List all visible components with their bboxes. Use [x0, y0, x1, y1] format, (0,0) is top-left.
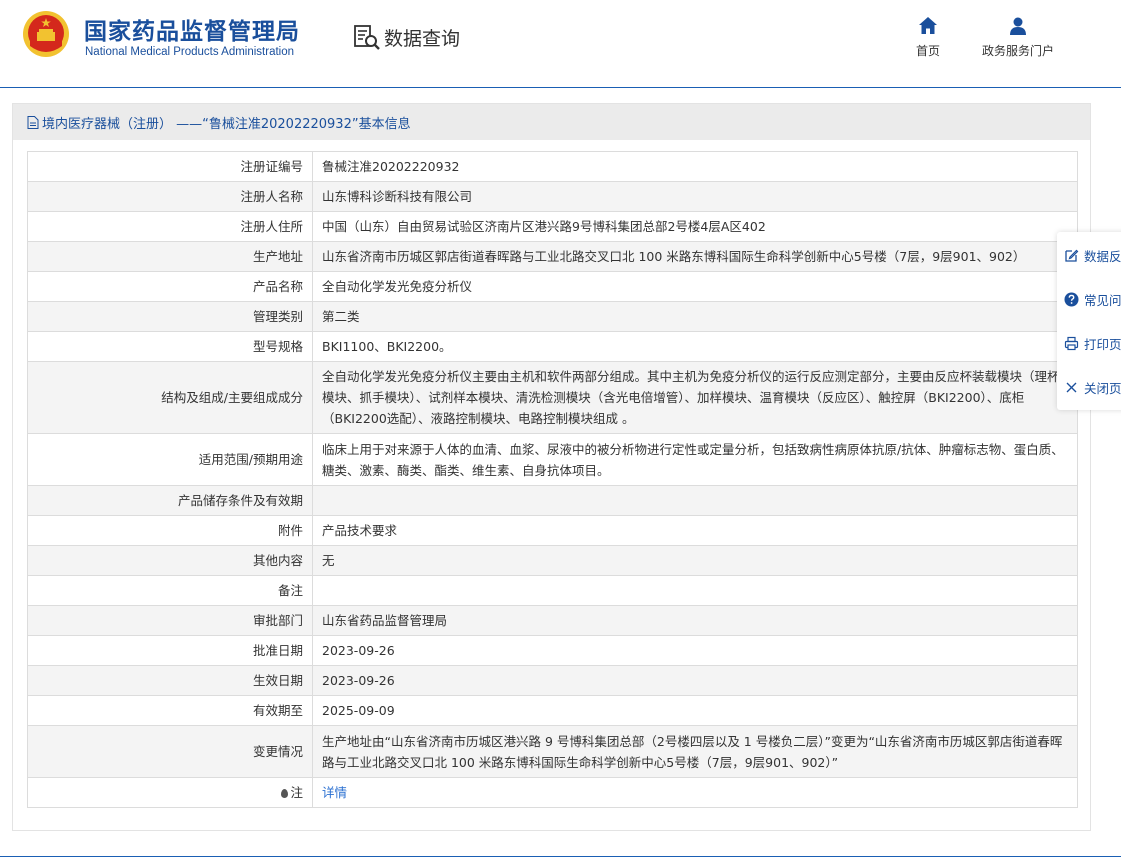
- header-divider: [0, 87, 1121, 88]
- table-row: 注 详情: [27, 777, 1078, 808]
- row-label: 管理类别: [27, 301, 313, 332]
- row-value: 山东省济南市历城区郭店街道春晖路与工业北路交叉口北 100 米路东博科国际生命科…: [312, 241, 1078, 272]
- nav-home-label: 首页: [915, 44, 940, 58]
- side-feedback-label: 数据反: [1084, 249, 1121, 264]
- row-value: 生产地址由“山东省济南市历城区港兴路 9 号博科集团总部（2号楼四层以及 1 号…: [312, 725, 1078, 778]
- side-faq-label: 常见问: [1084, 293, 1121, 308]
- row-value: 全自动化学发光免疫分析仪: [312, 271, 1078, 302]
- row-label: 审批部门: [27, 605, 313, 636]
- close-icon: [1066, 382, 1077, 393]
- row-value: 2023-09-26: [312, 635, 1078, 666]
- table-row: 型号规格 BKI1100、BKI2200。: [27, 331, 1078, 362]
- row-value: 2025-09-09: [312, 695, 1078, 726]
- table-row: 变更情况 生产地址由“山东省济南市历城区港兴路 9 号博科集团总部（2号楼四层以及…: [27, 725, 1078, 778]
- note-label: 注: [290, 785, 303, 800]
- row-label: 批准日期: [27, 635, 313, 666]
- record-panel: 境内医疗器械（注册） ——“鲁械注准20202220932”基本信息 注册证编号…: [12, 103, 1091, 831]
- document-search-icon: [354, 25, 380, 50]
- row-label: 生产地址: [27, 241, 313, 272]
- site-header: 国家药品监督管理局 National Medical Products Admi…: [0, 0, 1121, 88]
- row-value: [312, 575, 1078, 606]
- table-row: 生产地址 山东省济南市历城区郭店街道春晖路与工业北路交叉口北 100 米路东博科国…: [27, 241, 1078, 272]
- document-icon: [27, 115, 39, 129]
- row-label: 产品名称: [27, 271, 313, 302]
- table-row: 审批部门 山东省药品监督管理局: [27, 605, 1078, 636]
- side-close-button[interactable]: 关闭页: [1064, 378, 1121, 397]
- row-label: 生效日期: [27, 665, 313, 696]
- row-label: 注册人名称: [27, 181, 313, 212]
- nav-home[interactable]: 首页: [912, 16, 944, 59]
- side-feedback-button[interactable]: 数据反: [1064, 246, 1121, 265]
- table-row: 注册证编号 鲁械注准20202220932: [27, 151, 1078, 182]
- data-query-label: 数据查询: [384, 27, 461, 50]
- footer-divider: [0, 856, 1121, 857]
- table-row: 产品名称 全自动化学发光免疫分析仪: [27, 271, 1078, 302]
- floating-side-menu: 数据反 常见问 打印页 关闭页: [1057, 232, 1121, 410]
- details-link[interactable]: 详情: [322, 785, 347, 800]
- row-label: 变更情况: [27, 725, 313, 778]
- row-value: 详情: [312, 777, 1078, 808]
- table-row: 其他内容无: [27, 545, 1078, 576]
- record-table: 注册证编号 鲁械注准20202220932 注册人名称 山东博科诊断科技有限公司 注…: [27, 151, 1078, 808]
- table-row: 注册人名称 山东博科诊断科技有限公司: [27, 181, 1078, 212]
- row-value: 鲁械注准20202220932: [312, 151, 1078, 182]
- row-value: 第二类: [312, 301, 1078, 332]
- side-faq-button[interactable]: 常见问: [1064, 290, 1121, 309]
- side-print-label: 打印页: [1084, 337, 1121, 352]
- table-row: 附件 产品技术要求: [27, 515, 1078, 546]
- table-row: 管理类别 第二类: [27, 301, 1078, 332]
- row-value: 全自动化学发光免疫分析仪主要由主机和软件两部分组成。其中主机为免疫分析仪的运行反…: [312, 361, 1078, 434]
- row-label: 型号规格: [27, 331, 313, 362]
- row-value: 临床上用于对来源于人体的血清、血浆、尿液中的被分析物进行定性或定量分析，包括致病…: [312, 433, 1078, 486]
- table-row: 注册人住所 中国（山东）自由贸易试验区济南片区港兴路9号博科集团总部2号楼4层A区…: [27, 211, 1078, 242]
- row-value: 2023-09-26: [312, 665, 1078, 696]
- row-value: 中国（山东）自由贸易试验区济南片区港兴路9号博科集团总部2号楼4层A区402: [312, 211, 1078, 242]
- table-row: 备注: [27, 575, 1078, 606]
- row-label: 有效期至: [27, 695, 313, 726]
- national-emblem-icon: [23, 11, 69, 57]
- row-value: [312, 485, 1078, 516]
- row-label: 备注: [27, 575, 313, 606]
- side-close-label: 关闭页: [1084, 381, 1121, 396]
- row-label: 结构及组成/主要组成成分: [27, 361, 313, 434]
- table-row: 适用范围/预期用途 临床上用于对来源于人体的血清、血浆、尿液中的被分析物进行定性或…: [27, 433, 1078, 486]
- table-row: 生效日期 2023-09-26: [27, 665, 1078, 696]
- table-row: 结构及组成/主要组成成分 全自动化学发光免疫分析仪主要由主机和软件两部分组成。其中…: [27, 361, 1078, 434]
- pin-icon: [281, 789, 289, 798]
- row-value: 山东博科诊断科技有限公司: [312, 181, 1078, 212]
- panel-title: 境内医疗器械（注册） ——“鲁械注准20202220932”基本信息: [42, 116, 411, 132]
- edit-icon: [1065, 249, 1079, 262]
- row-label: 其他内容: [27, 545, 313, 576]
- data-query-title: 数据查询: [352, 22, 460, 52]
- row-label: 产品储存条件及有效期: [27, 485, 313, 516]
- table-row: 有效期至 2025-09-09: [27, 695, 1078, 726]
- agency-name-cn: 国家药品监督管理局: [84, 19, 300, 45]
- row-value: BKI1100、BKI2200。: [312, 331, 1078, 362]
- row-value: 山东省药品监督管理局: [312, 605, 1078, 636]
- home-icon: [919, 17, 937, 34]
- row-value: 无: [312, 545, 1078, 576]
- nav-portal-label: 政务服务门户: [981, 44, 1054, 58]
- help-icon: [1064, 292, 1079, 307]
- user-icon: [1010, 17, 1026, 35]
- row-label: 附件: [27, 515, 313, 546]
- table-row: 批准日期 2023-09-26: [27, 635, 1078, 666]
- row-label: 注: [27, 777, 313, 808]
- row-label: 注册人住所: [27, 211, 313, 242]
- table-row: 产品储存条件及有效期: [27, 485, 1078, 516]
- side-print-button[interactable]: 打印页: [1064, 334, 1121, 353]
- agency-name-en: National Medical Products Administration: [85, 46, 295, 58]
- row-label: 注册证编号: [27, 151, 313, 182]
- panel-header: 境内医疗器械（注册） ——“鲁械注准20202220932”基本信息: [13, 104, 1090, 140]
- row-value: 产品技术要求: [312, 515, 1078, 546]
- row-label: 适用范围/预期用途: [27, 433, 313, 486]
- print-icon: [1064, 336, 1079, 351]
- nav-service-portal[interactable]: 政务服务门户: [978, 16, 1058, 59]
